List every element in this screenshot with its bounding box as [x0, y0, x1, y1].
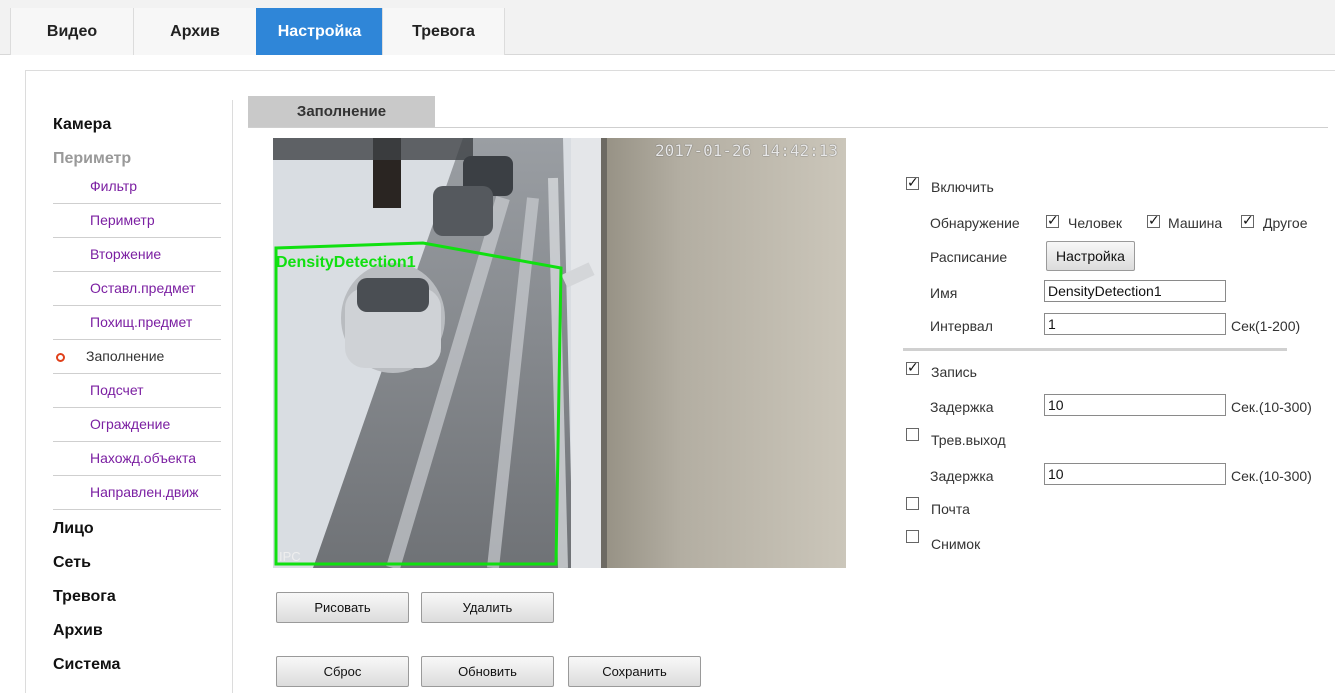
save-button[interactable]: Сохранить: [568, 656, 701, 687]
interval-unit: Сек(1-200): [1231, 318, 1301, 334]
subnav-perimeter[interactable]: Периметр: [53, 204, 221, 238]
snapshot-checkbox[interactable]: [906, 530, 919, 543]
delete-button[interactable]: Удалить: [421, 592, 554, 623]
nav-camera[interactable]: Камера: [53, 108, 223, 142]
refresh-button[interactable]: Обновить: [421, 656, 554, 687]
alarm-delay-unit: Сек.(10-300): [1231, 468, 1312, 484]
record-delay-input[interactable]: 10: [1044, 394, 1226, 416]
subnav-filter[interactable]: Фильтр: [53, 170, 221, 204]
detection-label: Обнаружение: [930, 215, 1020, 231]
nav-system[interactable]: Система: [53, 648, 223, 682]
draw-button[interactable]: Рисовать: [276, 592, 409, 623]
vehicle-label: Машина: [1168, 215, 1223, 231]
subnav-fence[interactable]: Ограждение: [53, 408, 221, 442]
reset-button[interactable]: Сброс: [276, 656, 409, 687]
settings-nav: Камера Периметр: [53, 108, 223, 176]
tab-archive[interactable]: Архив: [133, 8, 256, 55]
enable-checkbox[interactable]: [906, 174, 919, 191]
video-timestamp: 2017-01-26 14:42:13: [654, 141, 838, 160]
alarm-output-checkbox[interactable]: [906, 428, 919, 441]
active-marker-icon: [56, 353, 65, 362]
human-label: Человек: [1068, 215, 1122, 231]
mail-checkbox[interactable]: [906, 497, 919, 510]
schedule-settings-button[interactable]: Настройка: [1046, 241, 1135, 271]
content-tab-underline: [248, 127, 1328, 128]
nav-network[interactable]: Сеть: [53, 546, 223, 580]
snapshot-label: Снимок: [931, 536, 981, 552]
content-tab-density[interactable]: Заполнение: [248, 96, 435, 128]
camera-tag: IPC: [279, 549, 301, 564]
subnav-object-loitering[interactable]: Нахожд.объекта: [53, 442, 221, 476]
subnav-abandoned-object[interactable]: Оставл.предмет: [53, 272, 221, 306]
alarm-delay-input[interactable]: 10: [1044, 463, 1226, 485]
nav-divider: [232, 100, 233, 693]
subnav-density-label: Заполнение: [86, 348, 165, 364]
top-tabs: Видео Архив Настройка Тревога: [10, 8, 505, 55]
subnav-intrusion[interactable]: Вторжение: [53, 238, 221, 272]
camera-frame-image: [273, 138, 846, 568]
other-checkbox[interactable]: [1241, 212, 1254, 229]
vehicle-checkbox[interactable]: [1147, 212, 1160, 229]
perimeter-submenu: Фильтр Периметр Вторжение Оставл.предмет…: [53, 170, 221, 510]
subnav-motion-direction[interactable]: Направлен.движ: [53, 476, 221, 510]
top-nav-bar: Видео Архив Настройка Тревога: [0, 0, 1335, 55]
record-delay-label: Задержка: [930, 399, 994, 415]
video-preview[interactable]: 2017-01-26 14:42:13 DensityDetection1 IP…: [273, 138, 846, 568]
enable-label: Включить: [931, 179, 994, 195]
detection-zone-label: DensityDetection1: [276, 254, 416, 271]
tab-settings[interactable]: Настройка: [256, 8, 382, 55]
alarm-output-label: Трев.выход: [931, 432, 1006, 448]
nav-face[interactable]: Лицо: [53, 512, 223, 546]
subnav-stolen-object[interactable]: Похищ.предмет: [53, 306, 221, 340]
record-delay-unit: Сек.(10-300): [1231, 399, 1312, 415]
record-checkbox[interactable]: [906, 359, 919, 376]
nav-archive[interactable]: Архив: [53, 614, 223, 648]
record-label: Запись: [931, 364, 977, 380]
interval-label: Интервал: [930, 318, 993, 334]
tab-alarm[interactable]: Тревога: [382, 8, 505, 55]
name-input[interactable]: DensityDetection1: [1044, 280, 1226, 302]
settings-nav-lower: Лицо Сеть Тревога Архив Система: [53, 512, 223, 682]
interval-input[interactable]: 1: [1044, 313, 1226, 335]
mail-label: Почта: [931, 501, 970, 517]
schedule-label: Расписание: [930, 249, 1008, 265]
section-divider: [903, 348, 1287, 351]
nav-alarm[interactable]: Тревога: [53, 580, 223, 614]
subnav-density[interactable]: Заполнение: [53, 340, 221, 374]
human-checkbox[interactable]: [1046, 212, 1059, 229]
subnav-counting[interactable]: Подсчет: [53, 374, 221, 408]
name-label: Имя: [930, 285, 958, 301]
alarm-delay-label: Задержка: [930, 468, 994, 484]
tab-video[interactable]: Видео: [10, 8, 133, 55]
other-label: Другое: [1263, 215, 1308, 231]
